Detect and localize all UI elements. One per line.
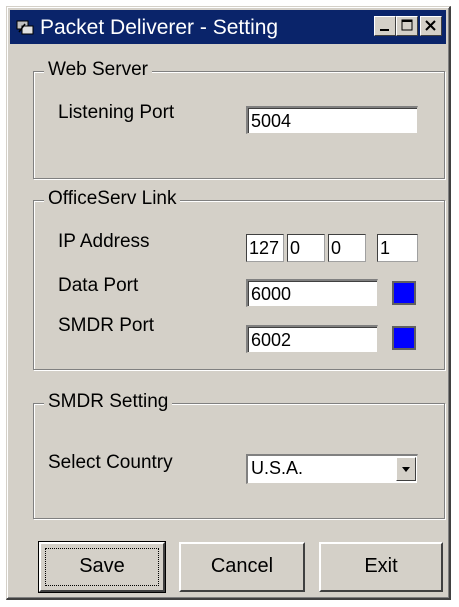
- exit-button[interactable]: Exit: [319, 542, 443, 592]
- smdr-setting-legend: SMDR Setting: [44, 391, 173, 413]
- country-select[interactable]: U.S.A.: [246, 454, 418, 484]
- data-port-input[interactable]: 6000: [246, 279, 378, 307]
- ip-octet-3[interactable]: 0: [328, 234, 366, 262]
- ip-octet-2[interactable]: 0: [287, 234, 325, 262]
- listening-port-input[interactable]: 5004: [246, 106, 418, 134]
- cancel-button[interactable]: Cancel: [179, 542, 305, 592]
- country-dropdown-button[interactable]: [396, 457, 416, 481]
- select-country-label: Select Country: [48, 452, 173, 473]
- maximize-button[interactable]: [396, 16, 418, 36]
- officeserv-link-group: OfficeServ Link IP Address 127 0 0 1 Dat…: [33, 188, 445, 370]
- smdr-setting-group: SMDR Setting Select Country U.S.A.: [33, 391, 445, 519]
- focus-rect: [45, 548, 159, 586]
- data-port-status-indicator: [392, 281, 416, 305]
- close-icon: [425, 20, 436, 31]
- window-title: Packet Deliverer - Setting: [40, 16, 279, 39]
- listening-port-label: Listening Port: [58, 102, 175, 123]
- chevron-down-icon: [402, 467, 410, 472]
- maximize-icon: [401, 19, 413, 31]
- smdr-port-input[interactable]: 6002: [246, 325, 378, 353]
- save-button[interactable]: Save: [38, 541, 166, 593]
- officeserv-link-legend: OfficeServ Link: [44, 188, 181, 210]
- ip-octet-4[interactable]: 1: [377, 234, 418, 262]
- minimize-icon: [380, 29, 389, 31]
- title-bar[interactable]: Packet Deliverer - Setting: [10, 10, 446, 44]
- smdr-port-status-indicator: [392, 326, 416, 350]
- smdr-port-label: SMDR Port: [58, 315, 155, 336]
- ip-address-label: IP Address: [58, 231, 150, 252]
- exit-button-label: Exit: [364, 555, 398, 577]
- app-icon: [16, 20, 34, 35]
- web-server-group: Web Server Listening Port 5004: [33, 59, 445, 179]
- web-server-legend: Web Server: [44, 59, 152, 81]
- country-select-value: U.S.A.: [251, 458, 304, 478]
- close-button[interactable]: [420, 16, 442, 36]
- data-port-label: Data Port: [58, 275, 139, 296]
- settings-window: Packet Deliverer - Setting Web Server Li…: [6, 6, 451, 600]
- cancel-button-label: Cancel: [210, 555, 274, 577]
- ip-octet-1[interactable]: 127: [246, 234, 284, 262]
- minimize-button[interactable]: [374, 16, 396, 36]
